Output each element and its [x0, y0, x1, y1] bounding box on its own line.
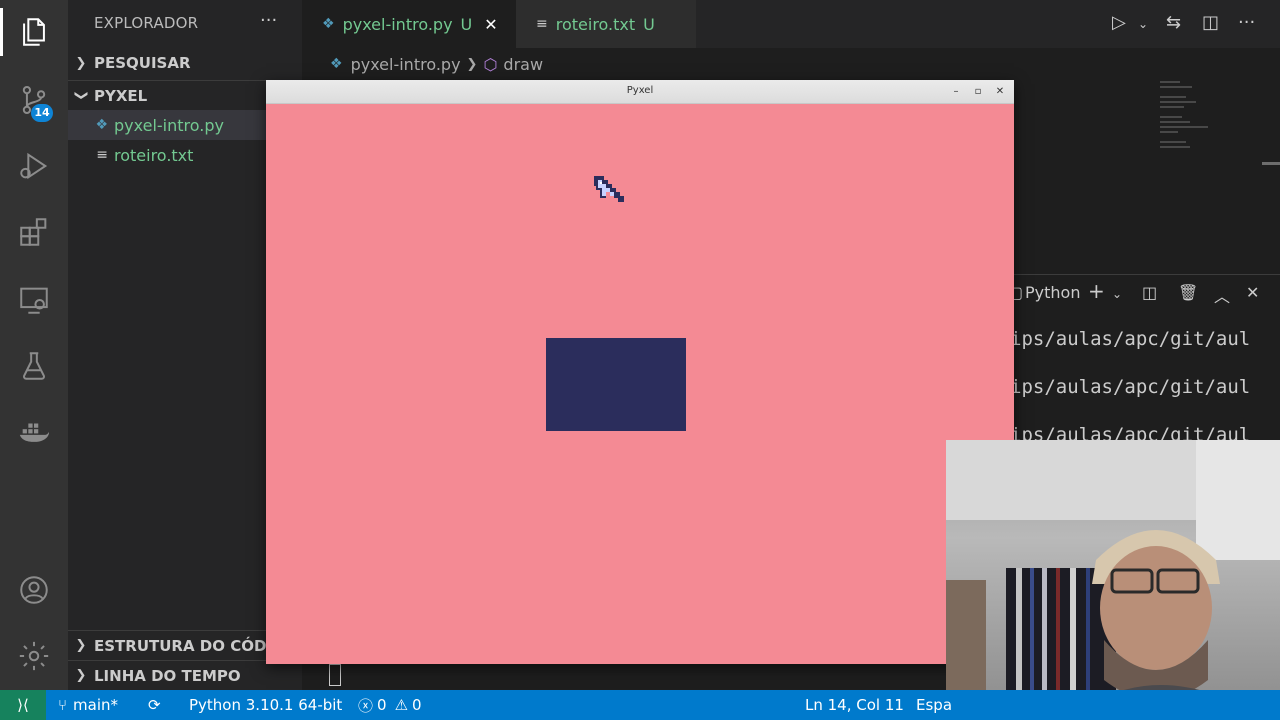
sync-icon[interactable]: ⟳ — [148, 690, 161, 720]
remote-explorer-icon[interactable] — [0, 272, 68, 328]
breadcrumb: ❖ pyxel-intro.py ❯ ⬡ draw — [302, 48, 1280, 80]
tab-roteiro[interactable]: ≡ roteiro.txt U — [516, 0, 696, 48]
branch-name: main* — [73, 696, 118, 714]
python-icon: ❖ — [330, 56, 343, 72]
chevron-right-icon: ❯ — [75, 638, 87, 653]
explorer-title: EXPLORADOR — [94, 14, 199, 32]
chevron-down-icon[interactable]: ⌄ — [1138, 17, 1148, 31]
timeline-section-header[interactable]: ❯ LINHA DO TEMPO — [68, 660, 302, 690]
testing-icon[interactable] — [0, 338, 68, 394]
webcam-image — [946, 440, 1280, 720]
close-panel-icon[interactable]: ✕ — [1246, 283, 1259, 302]
python-icon: ❖ — [322, 16, 335, 32]
project-section-label: PYXEL — [94, 86, 148, 105]
extensions-icon[interactable] — [0, 204, 68, 260]
docker-icon[interactable] — [0, 404, 68, 460]
file-name: pyxel-intro.py — [114, 115, 224, 135]
tab-label: pyxel-intro.py — [342, 14, 453, 34]
text-file-icon: ≡ — [96, 147, 108, 163]
pyxel-titlebar[interactable]: Pyxel – ▫ ✕ — [266, 80, 1014, 104]
search-section-header[interactable]: ❯ PESQUISAR — [68, 48, 302, 78]
webcam-overlay — [946, 440, 1280, 720]
activity-bar: 14 — [0, 0, 68, 690]
timeline-section-label: LINHA DO TEMPO — [94, 666, 241, 685]
remote-indicator-icon[interactable]: ⟩⟨ — [0, 690, 46, 720]
warning-count: 0 — [412, 696, 422, 714]
source-control-icon[interactable]: 14 — [0, 72, 68, 128]
problems-status[interactable]: ⓧ 0 ⚠ 0 — [358, 690, 422, 720]
player-rectangle — [546, 338, 686, 431]
tab-label: roteiro.txt — [555, 14, 636, 34]
pyxel-window[interactable]: Pyxel – ▫ ✕ — [266, 80, 1014, 664]
warning-icon: ⚠ — [394, 696, 409, 714]
text-file-icon: ≡ — [536, 16, 548, 32]
search-section-label: PESQUISAR — [94, 54, 191, 72]
git-branch-icon: ⑂ — [58, 696, 68, 714]
chevron-right-icon: ❯ — [75, 55, 87, 71]
minimize-icon[interactable]: – — [948, 84, 964, 100]
minimap[interactable] — [1160, 78, 1260, 148]
split-editor-icon[interactable]: ◫ — [1202, 12, 1219, 33]
chevron-right-icon: ❯ — [75, 668, 87, 683]
breadcrumb-symbol[interactable]: draw — [503, 55, 543, 74]
terminal-shell-label[interactable]: Python — [1025, 283, 1080, 302]
python-interpreter[interactable]: Python 3.10.1 64-bit — [189, 690, 342, 720]
symbol-method-icon: ⬡ — [483, 54, 498, 74]
tab-pyxel-intro[interactable]: ❖ pyxel-intro.py U ✕ — [302, 0, 516, 48]
close-icon[interactable]: ✕ — [992, 84, 1008, 100]
pyxel-window-title: Pyxel — [626, 85, 654, 96]
branch-status[interactable]: ⑂ main* — [58, 690, 118, 720]
maximize-icon[interactable]: ▫ — [970, 84, 986, 100]
split-terminal-icon[interactable]: ◫ — [1142, 283, 1157, 302]
breadcrumb-file[interactable]: pyxel-intro.py — [351, 55, 461, 74]
pyxel-canvas[interactable] — [266, 104, 1014, 664]
status-bar: ⟩⟨ ⑂ main* ⟳ Python 3.10.1 64-bit ⓧ 0 ⚠ … — [0, 690, 1280, 720]
python-icon: ❖ — [95, 117, 108, 133]
account-icon[interactable] — [0, 562, 68, 618]
editor-tab-bar: ❖ pyxel-intro.py U ✕ ≡ roteiro.txt U ▷ ⌄… — [302, 0, 1280, 48]
scrollbar-indicator[interactable] — [1262, 162, 1280, 165]
error-count: 0 — [377, 696, 387, 714]
chevron-right-icon: ❯ — [466, 56, 478, 72]
run-icon[interactable]: ▷ — [1112, 12, 1126, 33]
terminal-cursor — [329, 664, 341, 686]
trash-icon[interactable]: 🗑 — [1178, 283, 1198, 302]
close-tab-icon[interactable]: ✕ — [484, 15, 497, 34]
scm-badge: 14 — [31, 104, 53, 122]
new-terminal-icon[interactable]: + — [1088, 279, 1105, 303]
more-actions-icon[interactable]: ··· — [1238, 12, 1255, 33]
cursor-position[interactable]: Ln 14, Col 11 — [805, 690, 904, 720]
untracked-badge: U — [460, 14, 473, 34]
more-actions-button[interactable]: ··· — [260, 10, 277, 31]
explorer-icon[interactable] — [0, 4, 68, 60]
file-name: roteiro.txt — [114, 145, 194, 165]
chevron-down-icon: ❯ — [73, 90, 89, 101]
compare-changes-icon[interactable]: ⇆ — [1166, 12, 1181, 33]
maximize-panel-icon[interactable]: ︿ — [1214, 283, 1230, 307]
error-icon: ⓧ — [358, 696, 374, 715]
terminal-line: ips/aulas/apc/git/aul — [1010, 376, 1251, 398]
settings-gear-icon[interactable] — [0, 628, 68, 684]
indentation-status[interactable]: Espa — [916, 690, 952, 720]
run-debug-icon[interactable] — [0, 138, 68, 194]
chevron-down-icon[interactable]: ⌄ — [1112, 287, 1122, 301]
terminal-line: ips/aulas/apc/git/aul — [1010, 328, 1251, 350]
untracked-badge: U — [643, 14, 655, 34]
